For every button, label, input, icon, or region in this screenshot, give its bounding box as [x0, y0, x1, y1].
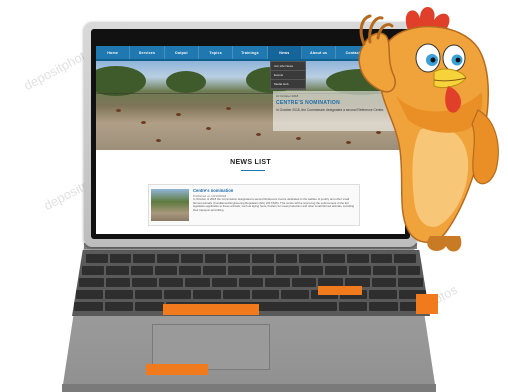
- hen: [256, 133, 261, 136]
- orange-key-right: [416, 294, 438, 314]
- dropdown-item[interactable]: Acc.Life News: [271, 62, 305, 71]
- hen: [116, 109, 121, 112]
- chicken-belly: [412, 126, 469, 227]
- hen: [226, 107, 231, 110]
- heading-underline: [241, 170, 265, 171]
- nav-item-about-us[interactable]: About us: [302, 46, 337, 59]
- dropdown-item[interactable]: Events: [271, 71, 305, 80]
- orange-front-strip: [146, 364, 208, 375]
- cartoon-chicken: [358, 6, 499, 252]
- nav-item-news[interactable]: News: [267, 46, 302, 59]
- laptop-front-edge: [62, 384, 436, 392]
- nav-item-services[interactable]: Services: [130, 46, 165, 59]
- nav-item-output[interactable]: Output: [165, 46, 199, 59]
- news-card[interactable]: Centre's nomination Published on 10/10/2…: [148, 184, 360, 226]
- nav-item-trainings[interactable]: Trainings: [233, 46, 268, 59]
- hen: [156, 139, 161, 142]
- chicken-pupil-dot: [430, 57, 436, 63]
- hen: [141, 121, 146, 124]
- tree: [166, 71, 206, 93]
- news-headline[interactable]: Centre's nomination: [193, 188, 233, 193]
- orange-spacebar: [163, 304, 259, 315]
- news-thumbnail[interactable]: [151, 189, 189, 221]
- dropdown-item[interactable]: Media Hub: [271, 80, 305, 89]
- hen: [176, 113, 181, 116]
- hen: [206, 127, 211, 130]
- hen: [296, 137, 301, 140]
- nav-item-home[interactable]: Home: [96, 46, 131, 59]
- chicken-pupil-dot: [455, 57, 461, 63]
- orange-key-enter: [318, 286, 362, 295]
- tree: [96, 66, 146, 96]
- nav-item-topics[interactable]: Topics: [199, 46, 234, 59]
- news-dropdown-menu: Acc.Life News Events Media Hub: [270, 61, 306, 90]
- chicken-tail: [427, 236, 462, 252]
- chicken-wing-right: [471, 109, 499, 185]
- news-excerpt: In October of 2018 the Commission design…: [193, 197, 355, 212]
